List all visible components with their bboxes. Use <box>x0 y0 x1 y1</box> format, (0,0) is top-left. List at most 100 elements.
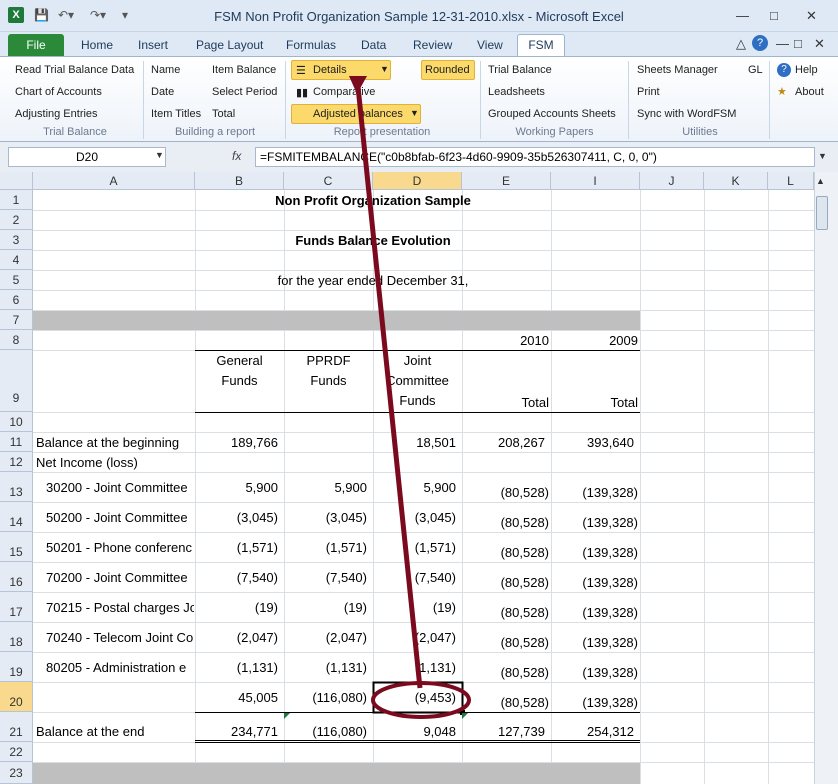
cell-c19[interactable]: (1,131) <box>284 660 367 675</box>
sheets-manager-button[interactable]: Sheets Manager <box>637 64 718 76</box>
cell-d20-selected[interactable]: (9,453) <box>373 690 456 705</box>
close-icon[interactable]: ✕ <box>806 8 817 24</box>
item-titles-button[interactable]: Item Titles <box>151 108 201 120</box>
maximize-icon[interactable]: □ <box>770 8 778 23</box>
account-label[interactable]: 30200 - Joint Committee <box>46 480 194 495</box>
minimize-icon[interactable]: — <box>736 8 749 23</box>
leadsheets-button[interactable]: Leadsheets <box>488 86 545 98</box>
total-button[interactable]: Total <box>212 108 235 120</box>
cell-d17[interactable]: (19) <box>373 600 456 615</box>
tab-home[interactable]: Home <box>81 38 113 52</box>
comparative-button[interactable]: Comparative <box>313 86 375 98</box>
formula-input[interactable]: =FSMITEMBALANCE("c0b8bfab-6f23-4d60-9909… <box>255 147 815 167</box>
cell-e21[interactable]: 127,739 <box>462 724 545 739</box>
cell-d19[interactable]: (1,131) <box>373 660 456 675</box>
cell-c17[interactable]: (19) <box>284 600 367 615</box>
account-label[interactable]: 80205 - Administration e <box>46 660 194 675</box>
ribbon-minimize-icon[interactable]: △ <box>736 36 746 52</box>
cell-b16[interactable]: (7,540) <box>195 570 278 585</box>
cell-d18[interactable]: (2,047) <box>373 630 456 645</box>
cell-c13[interactable]: 5,900 <box>284 480 367 495</box>
read-trial-balance-button[interactable]: Read Trial Balance Data <box>15 64 134 76</box>
doc-restore-icon[interactable]: □ <box>794 36 802 51</box>
header-pprdf-funds[interactable]: Funds <box>284 373 373 388</box>
date-button[interactable]: Date <box>151 86 174 98</box>
sheet-title[interactable]: Non Profit Organization Sample <box>195 193 551 208</box>
vertical-scrollbar[interactable] <box>814 172 838 784</box>
cell-e17[interactable]: (80,528) <box>462 605 549 620</box>
cell-b17[interactable]: (19) <box>195 600 278 615</box>
cell-c15[interactable]: (1,571) <box>284 540 367 555</box>
cell-d14[interactable]: (3,045) <box>373 510 456 525</box>
cell-b11[interactable]: 189,766 <box>195 435 278 450</box>
account-label[interactable]: 50201 - Phone conferenc <box>46 540 194 555</box>
header-total-e[interactable]: Total <box>462 395 549 410</box>
header-committee[interactable]: Committee <box>373 373 462 388</box>
scrollbar-thumb[interactable] <box>816 196 828 230</box>
header-general[interactable]: General <box>195 353 284 368</box>
select-period-button[interactable]: Select Period <box>212 86 277 98</box>
cell-b15[interactable]: (1,571) <box>195 540 278 555</box>
cell-i14[interactable]: (139,328) <box>551 515 638 530</box>
name-box-dropdown-icon[interactable]: ▼ <box>155 150 164 160</box>
account-label[interactable]: 70215 - Postal charges Jo <box>46 600 194 615</box>
tab-review[interactable]: Review <box>413 38 452 52</box>
cell-i16[interactable]: (139,328) <box>551 575 638 590</box>
tab-fsm[interactable]: FSM <box>517 34 565 57</box>
cell-e13[interactable]: (80,528) <box>462 485 549 500</box>
tab-file[interactable]: File <box>8 34 64 56</box>
cell-c18[interactable]: (2,047) <box>284 630 367 645</box>
row-label-end[interactable]: Balance at the end <box>36 724 194 739</box>
sheet-period[interactable]: for the year ended December 31, <box>195 273 551 288</box>
spreadsheet-grid[interactable]: A B C D E I J K L 1 2 3 4 5 6 7 8 9 10 1… <box>0 172 838 784</box>
cell-e15[interactable]: (80,528) <box>462 545 549 560</box>
tab-formulas[interactable]: Formulas <box>286 38 336 52</box>
cell-i18[interactable]: (139,328) <box>551 635 638 650</box>
item-balance-button[interactable]: Item Balance <box>212 64 276 76</box>
cell-d15[interactable]: (1,571) <box>373 540 456 555</box>
cell-i19[interactable]: (139,328) <box>551 665 638 680</box>
doc-minimize-icon[interactable]: — <box>776 36 789 51</box>
sheet-subtitle[interactable]: Funds Balance Evolution <box>195 233 551 248</box>
cell-d21[interactable]: 9,048 <box>373 724 456 739</box>
row-label-net-income[interactable]: Net Income (loss) <box>36 455 194 470</box>
tab-view[interactable]: View <box>477 38 503 52</box>
about-button[interactable]: About <box>795 86 824 98</box>
cell-e11[interactable]: 208,267 <box>462 435 545 450</box>
cell-e14[interactable]: (80,528) <box>462 515 549 530</box>
cell-i11[interactable]: 393,640 <box>551 435 634 450</box>
year-2010[interactable]: 2010 <box>462 333 549 348</box>
cell-c21[interactable]: (116,080) <box>284 724 367 739</box>
tab-insert[interactable]: Insert <box>138 38 168 52</box>
cell-e16[interactable]: (80,528) <box>462 575 549 590</box>
header-pprdf[interactable]: PPRDF <box>284 353 373 368</box>
cell-d13[interactable]: 5,900 <box>373 480 456 495</box>
cell-e19[interactable]: (80,528) <box>462 665 549 680</box>
tab-page-layout[interactable]: Page Layout <box>196 38 263 52</box>
cell-d11[interactable]: 18,501 <box>373 435 456 450</box>
cell-b14[interactable]: (3,045) <box>195 510 278 525</box>
adjusting-entries-button[interactable]: Adjusting Entries <box>15 108 98 120</box>
header-joint-funds[interactable]: Funds <box>373 393 462 408</box>
grouped-accounts-button[interactable]: Grouped Accounts Sheets <box>488 108 616 120</box>
cell-c16[interactable]: (7,540) <box>284 570 367 585</box>
cell-b19[interactable]: (1,131) <box>195 660 278 675</box>
cell-d16[interactable]: (7,540) <box>373 570 456 585</box>
scroll-up-icon[interactable]: ▲ <box>816 176 825 186</box>
header-total-i[interactable]: Total <box>551 395 638 410</box>
year-2009[interactable]: 2009 <box>551 333 638 348</box>
insert-function-icon[interactable]: fx <box>232 149 241 163</box>
cell-b21[interactable]: 234,771 <box>195 724 278 739</box>
account-label[interactable]: 70200 - Joint Committee <box>46 570 194 585</box>
adjusted-dropdown-icon[interactable]: ▼ <box>410 108 419 118</box>
header-joint[interactable]: Joint <box>373 353 462 368</box>
row-label-beginning[interactable]: Balance at the beginning <box>36 435 194 450</box>
cell-e20[interactable]: (80,528) <box>462 695 549 710</box>
account-label[interactable]: 50200 - Joint Committee <box>46 510 194 525</box>
sync-wordfsm-button[interactable]: Sync with WordFSM <box>637 108 736 120</box>
expand-formula-icon[interactable]: ▼ <box>818 151 827 161</box>
cell-i21[interactable]: 254,312 <box>551 724 634 739</box>
cell-c20[interactable]: (116,080) <box>284 690 367 705</box>
cell-i17[interactable]: (139,328) <box>551 605 638 620</box>
cell-i20[interactable]: (139,328) <box>551 695 638 710</box>
